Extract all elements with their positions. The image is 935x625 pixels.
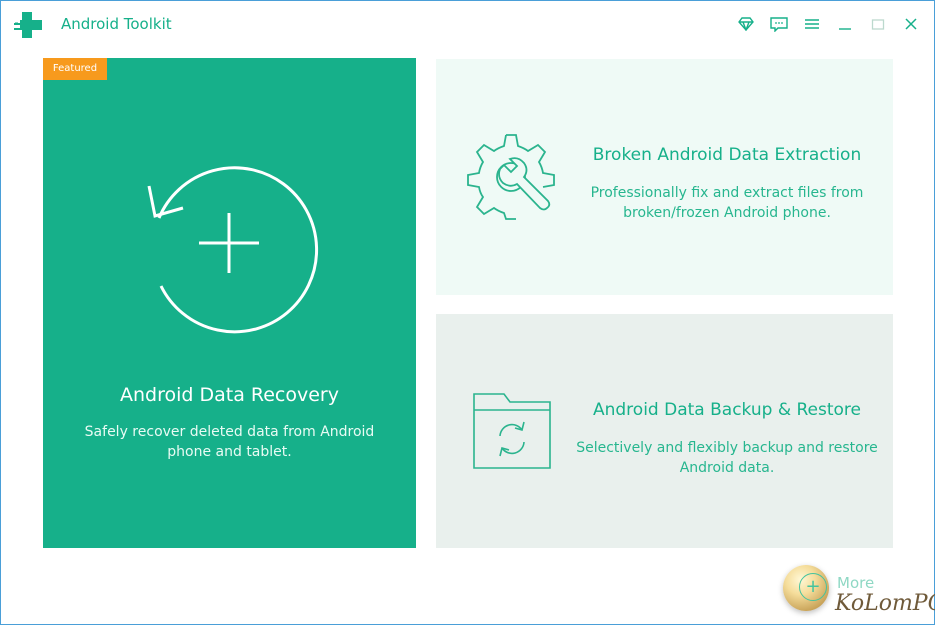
recovery-icon [143, 158, 323, 342]
gear-wrench-icon [466, 131, 556, 225]
feedback-icon[interactable] [769, 15, 788, 33]
card-description: Professionally fix and extract files fro… [590, 185, 864, 221]
app-logo-icon [13, 11, 43, 39]
window-controls [736, 15, 920, 33]
menu-icon[interactable] [802, 15, 821, 33]
diamond-icon[interactable] [736, 15, 755, 33]
app-title: Android Toolkit [61, 15, 172, 33]
android-data-backup-restore-card[interactable]: Android Data Backup & Restore Selectivel… [436, 314, 893, 548]
watermark-text: KoLomPC [835, 591, 935, 616]
card-description: Selectively and flexibly backup and rest… [576, 440, 878, 476]
maximize-icon[interactable] [868, 15, 887, 33]
card-description: Safely recover deleted data from Android… [84, 424, 375, 460]
folder-sync-icon [472, 392, 552, 476]
app-window: Android Toolkit Featured Android Data Re… [0, 0, 935, 625]
plus-icon: + [799, 573, 827, 601]
minimize-icon[interactable] [835, 15, 854, 33]
more-button[interactable]: + More KoLomPC [781, 561, 935, 621]
more-label: More [837, 574, 875, 592]
card-title: Broken Android Data Extraction [592, 145, 862, 165]
card-title: Android Data Recovery [119, 384, 339, 406]
featured-badge: Featured [43, 58, 107, 80]
card-title: Android Data Backup & Restore [592, 400, 861, 420]
title-bar[interactable]: Android Toolkit [1, 1, 934, 47]
close-icon[interactable] [901, 15, 920, 33]
android-data-recovery-card[interactable]: Featured Android Data Recovery Safely re… [43, 58, 416, 548]
broken-android-data-extraction-card[interactable]: Broken Android Data Extraction Professio… [436, 59, 893, 295]
